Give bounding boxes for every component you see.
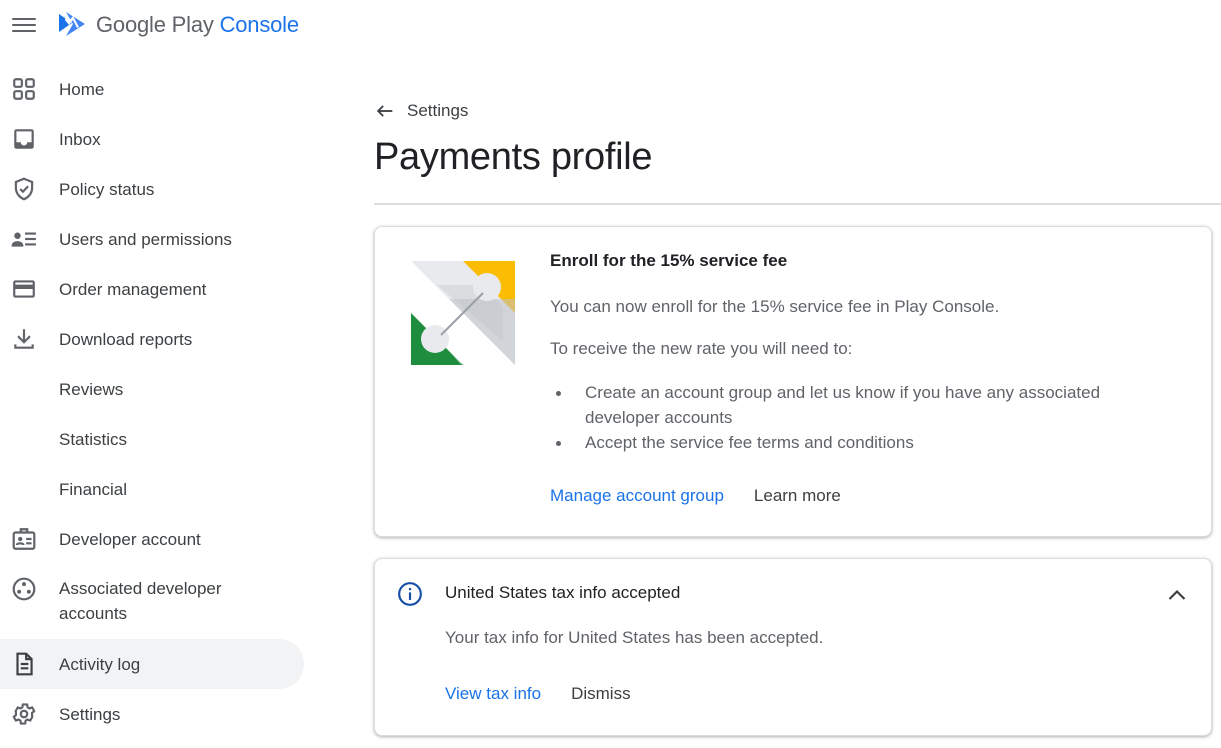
sidebar-item-reviews[interactable]: Reviews xyxy=(0,364,310,414)
sidebar-item-inbox[interactable]: Inbox xyxy=(0,114,310,164)
play-console-logo-icon xyxy=(59,12,85,36)
sidebar-item-order-management[interactable]: Order management xyxy=(0,264,310,314)
hamburger-menu-icon[interactable] xyxy=(12,14,36,34)
tax-card-title: United States tax info accepted xyxy=(445,583,681,602)
sidebar-item-label: Activity log xyxy=(59,654,141,674)
dismiss-button[interactable]: Dismiss xyxy=(571,684,631,704)
sidebar-item-users-and-permissions[interactable]: Users and permissions xyxy=(0,214,310,264)
service-fee-enroll-card: Enroll for the 15% service fee You can n… xyxy=(374,226,1212,537)
sidebar-item-label: Developer account xyxy=(59,529,201,549)
back-to-settings-link[interactable]: Settings xyxy=(374,100,468,122)
brand-accent: Console xyxy=(219,12,300,37)
sidebar-item-label: Policy status xyxy=(59,179,155,199)
brand-title[interactable]: Google Play Console xyxy=(96,12,299,38)
sidebar-item-label: Home xyxy=(59,79,105,99)
sidebar-item-financial[interactable]: Financial xyxy=(0,464,310,514)
manage-account-group-link[interactable]: Manage account group xyxy=(550,486,724,506)
learn-more-link[interactable]: Learn more xyxy=(754,486,841,506)
sidebar-item-associated-developer-accounts[interactable]: Associated developer accounts xyxy=(0,564,310,639)
sidebar-item-label: Inbox xyxy=(59,129,101,149)
sidebar-item-label: Reviews xyxy=(59,379,124,399)
id-badge-icon xyxy=(12,528,36,550)
header-divider xyxy=(374,203,1221,205)
associated-accounts-icon xyxy=(12,577,36,601)
sidebar-item-policy-status[interactable]: Policy status xyxy=(0,164,310,214)
sidebar-nav: Home Inbox Policy status Users and permi… xyxy=(0,64,310,739)
download-icon xyxy=(14,329,34,349)
list-item: Create an account group and let us know … xyxy=(550,380,1150,430)
brand-main: Google Play xyxy=(96,12,214,37)
tax-info-card: United States tax info accepted Your tax… xyxy=(374,558,1212,736)
service-fee-illustration-icon xyxy=(411,261,515,365)
gear-icon xyxy=(12,703,36,725)
sidebar-item-label: Associated developer accounts xyxy=(59,579,222,623)
enroll-requirements-list: Create an account group and let us know … xyxy=(550,380,1150,455)
sidebar-item-statistics[interactable]: Statistics xyxy=(0,414,310,464)
info-icon xyxy=(398,582,422,606)
view-tax-info-link[interactable]: View tax info xyxy=(445,684,541,704)
sidebar-item-label: Settings xyxy=(59,704,121,724)
sidebar-item-label: Statistics xyxy=(59,429,128,449)
sidebar-item-label: Order management xyxy=(59,279,207,299)
sidebar-item-activity-log[interactable]: Activity log xyxy=(0,639,310,689)
enroll-card-instructions: To receive the new rate you will need to… xyxy=(550,339,853,358)
page-title: Payments profile xyxy=(374,136,653,178)
users-list-icon xyxy=(11,232,36,247)
tax-card-message: Your tax info for United States has been… xyxy=(445,628,824,647)
document-icon xyxy=(16,652,33,676)
back-link-label: Settings xyxy=(407,101,469,120)
sidebar-item-label: Financial xyxy=(59,479,128,499)
enroll-card-title: Enroll for the 15% service fee xyxy=(550,251,788,270)
inbox-icon xyxy=(14,129,34,149)
sidebar-item-developer-account[interactable]: Developer account xyxy=(0,514,310,564)
sidebar-item-settings[interactable]: Settings xyxy=(0,689,310,739)
home-grid-icon xyxy=(13,78,35,100)
sidebar-item-label: Download reports xyxy=(59,329,193,349)
chevron-up-icon[interactable] xyxy=(1165,583,1189,607)
enroll-card-actions: Manage account group Learn more xyxy=(550,486,841,506)
sidebar-item-home[interactable]: Home xyxy=(0,64,310,114)
tax-card-actions: View tax info Dismiss xyxy=(445,684,631,704)
enroll-card-description: You can now enroll for the 15% service f… xyxy=(550,297,1000,316)
arrow-back-icon xyxy=(376,105,393,117)
shield-check-icon xyxy=(14,177,34,201)
credit-card-icon xyxy=(13,280,35,298)
sidebar-item-download-reports[interactable]: Download reports xyxy=(0,314,310,364)
list-item: Accept the service fee terms and conditi… xyxy=(550,430,1150,455)
sidebar-item-label: Users and permissions xyxy=(59,229,232,249)
